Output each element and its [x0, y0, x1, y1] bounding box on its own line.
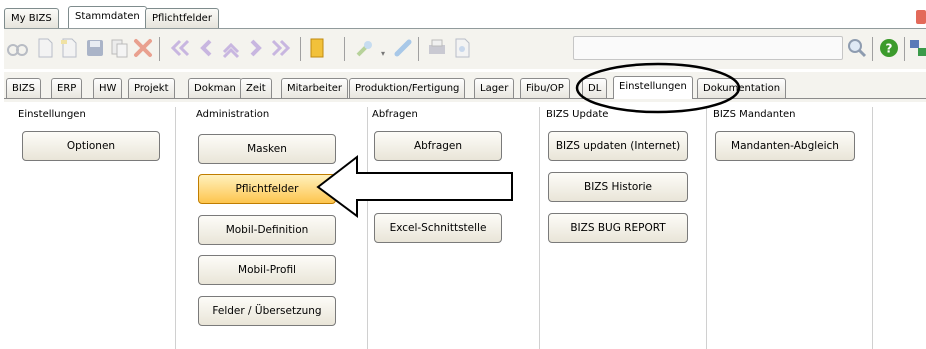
- search-icon[interactable]: [846, 37, 868, 59]
- previous-record-icon[interactable]: [195, 37, 217, 59]
- tab-dokumentation[interactable]: Dokumentation: [697, 78, 787, 98]
- new-document-icon[interactable]: [34, 37, 56, 59]
- connect-icon[interactable]: [908, 37, 926, 59]
- optionen-button[interactable]: Optionen: [22, 131, 160, 161]
- column-title: Administration: [196, 109, 270, 120]
- exit-icon[interactable]: [306, 37, 328, 59]
- tab-erp[interactable]: ERP: [51, 78, 83, 98]
- column-title: Abfragen: [372, 109, 418, 120]
- column-administration: Administration Masken Pflichtfelder Mobi…: [192, 107, 368, 349]
- print-icon[interactable]: [426, 37, 448, 59]
- column-title: BIZS Update: [546, 109, 609, 120]
- mobil-definition-button[interactable]: Mobil-Definition: [198, 215, 336, 245]
- next-record-icon[interactable]: [245, 37, 267, 59]
- column-einstellungen: Einstellungen Optionen: [14, 107, 176, 349]
- column-bizs-update: BIZS Update BIZS updaten (Internet) BIZS…: [542, 107, 707, 349]
- first-record-icon[interactable]: [169, 37, 191, 59]
- delete-icon[interactable]: [132, 37, 154, 59]
- last-record-icon[interactable]: [270, 37, 292, 59]
- tab-fibu-op[interactable]: Fibu/OP: [520, 78, 570, 98]
- help-icon[interactable]: ?: [878, 37, 900, 59]
- excel-schnittstelle-button[interactable]: Excel-Schnittstelle: [374, 213, 502, 243]
- masken-button[interactable]: Masken: [198, 134, 336, 164]
- close-icon[interactable]: [916, 10, 926, 24]
- tab-stammdaten[interactable]: Stammdaten: [68, 6, 147, 28]
- binoculars-icon[interactable]: [6, 37, 28, 59]
- tools-icon[interactable]: [354, 37, 376, 59]
- tab-produktion-fertigung[interactable]: Produktion/Fertigung: [349, 78, 466, 98]
- link-icon[interactable]: [392, 37, 414, 59]
- tab-dl[interactable]: DL: [582, 78, 608, 98]
- tab-lager[interactable]: Lager: [474, 78, 515, 98]
- tab-pflichtfelder[interactable]: Pflichtfelder: [145, 8, 219, 28]
- column-abfragen: Abfragen Abfragen Excel-Schnittstelle: [368, 107, 540, 349]
- tab-dokman[interactable]: Dokman: [188, 78, 242, 98]
- bizs-historie-button[interactable]: BIZS Historie: [548, 172, 688, 202]
- tab-bizs[interactable]: BIZS: [6, 78, 42, 98]
- tab-hw[interactable]: HW: [93, 78, 123, 98]
- tab-my-bizs[interactable]: My BIZS: [4, 8, 59, 28]
- dropdown-arrow-icon[interactable]: ▾: [381, 49, 385, 58]
- pflichtfelder-button[interactable]: Pflichtfelder: [198, 174, 336, 204]
- svg-text:?: ?: [886, 42, 893, 56]
- column-bizs-mandanten: BIZS Mandanten Mandanten-Abgleich: [709, 107, 873, 349]
- tab-projekt[interactable]: Projekt: [128, 78, 175, 98]
- abfragen-button[interactable]: Abfragen: [374, 131, 502, 161]
- column-title: BIZS Mandanten: [713, 109, 796, 120]
- bizs-updaten-button[interactable]: BIZS updaten (Internet): [548, 131, 688, 161]
- mandanten-abgleich-button[interactable]: Mandanten-Abgleich: [715, 131, 855, 161]
- tab-panel-border: [4, 98, 926, 99]
- up-icon[interactable]: [220, 37, 242, 59]
- save-icon[interactable]: [84, 37, 106, 59]
- copy-icon[interactable]: [108, 37, 130, 59]
- preview-icon[interactable]: [451, 37, 473, 59]
- mobil-profil-button[interactable]: Mobil-Profil: [198, 255, 336, 285]
- tab-mitarbeiter[interactable]: Mitarbeiter: [281, 78, 349, 98]
- toolbar: ▾ ?: [4, 28, 926, 69]
- tab-zeit[interactable]: Zeit: [240, 78, 272, 98]
- tab-einstellungen[interactable]: Einstellungen: [613, 76, 693, 99]
- column-title: Einstellungen: [18, 109, 86, 120]
- bizs-bug-report-button[interactable]: BIZS BUG REPORT: [548, 213, 688, 243]
- open-folder-icon[interactable]: [58, 37, 80, 59]
- felder-uebersetzung-button[interactable]: Felder / Übersetzung: [198, 296, 336, 326]
- search-input[interactable]: [573, 36, 843, 60]
